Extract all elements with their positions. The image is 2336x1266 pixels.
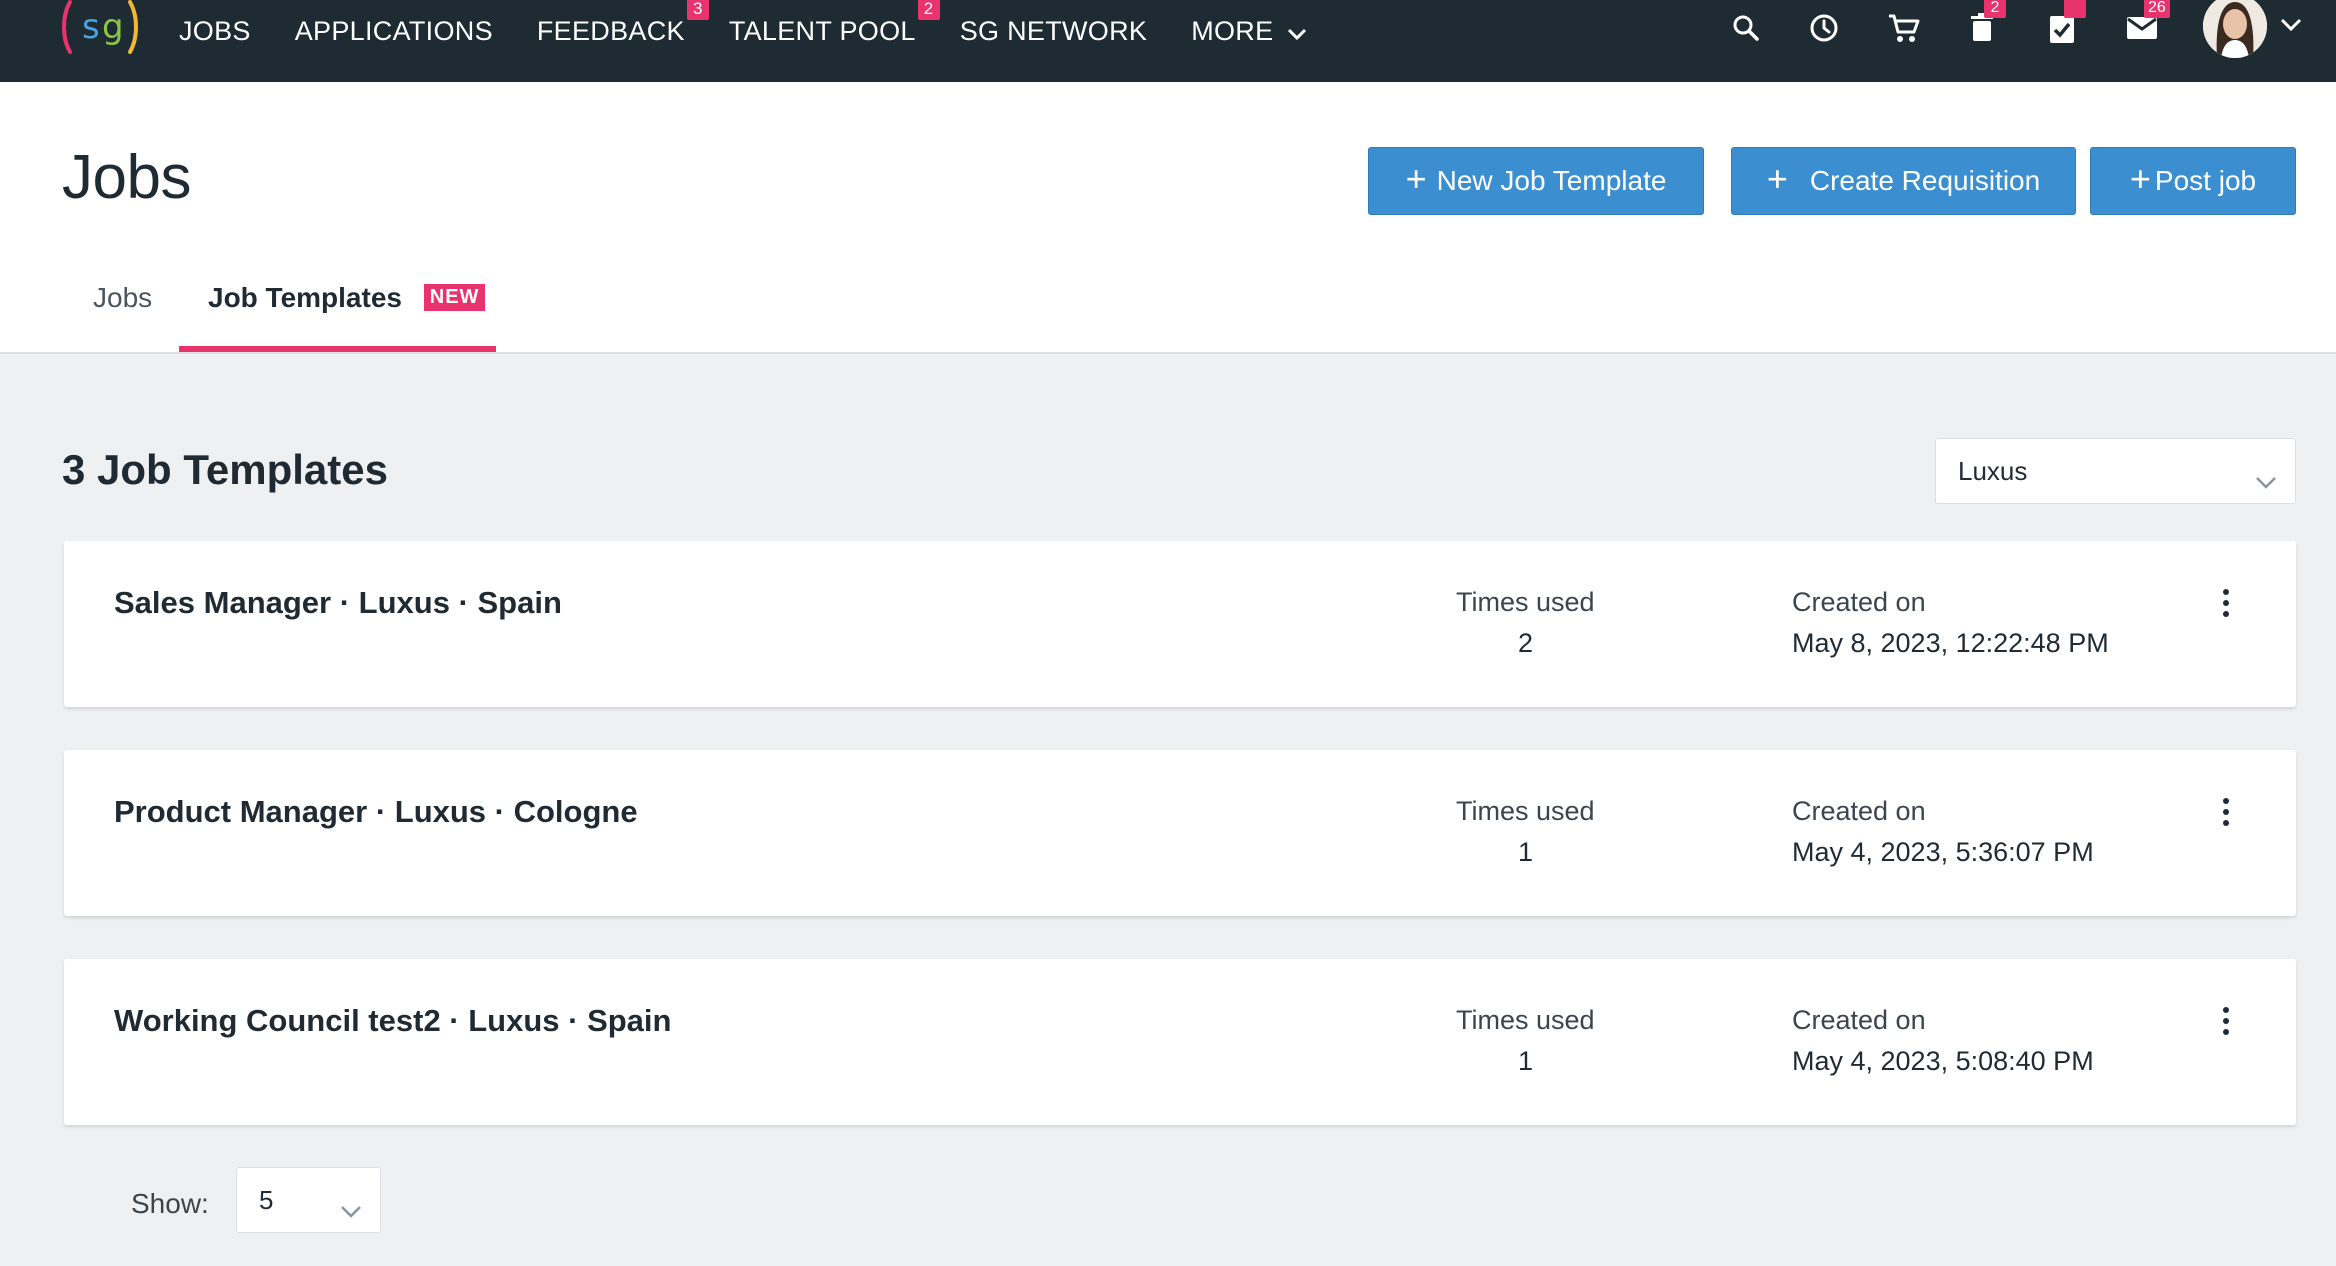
- create-requisition-label: Create Requisition: [1809, 165, 2041, 196]
- page-title: Jobs: [62, 143, 191, 212]
- mail-icon[interactable]: 26: [2122, 0, 2170, 48]
- nav-talent-pool-label: TALENT POOL: [728, 15, 916, 46]
- chevron-down-icon: [2255, 465, 2277, 496]
- times-used-label: Times used: [1456, 1005, 1595, 1035]
- svg-text:s: s: [82, 7, 100, 47]
- new-job-template-label: New Job Template: [1436, 165, 1667, 196]
- chevron-down-icon: [1287, 16, 1307, 47]
- created-on-label: Created on: [1792, 796, 1926, 826]
- nav-more-label: MORE: [1191, 15, 1274, 46]
- cart-icon[interactable]: [1884, 8, 1924, 48]
- post-job-button[interactable]: + Post job: [2090, 147, 2296, 215]
- nav-feedback[interactable]: FEEDBACK 3: [536, 0, 709, 47]
- top-navbar: s g JOBS APPLICATIONS FEEDBACK 3 TALENT …: [0, 0, 2336, 82]
- plus-icon: +: [1405, 158, 1427, 199]
- nav-applications[interactable]: APPLICATIONS: [295, 16, 493, 47]
- template-card[interactable]: Sales Manager · Luxus · Spain Times used…: [64, 541, 2296, 707]
- template-card[interactable]: Product Manager · Luxus · Cologne Times …: [64, 750, 2296, 916]
- page-header: Jobs + New Job Template + Create Requisi…: [0, 82, 2336, 354]
- created-on-value: May 4, 2023, 5:08:40 PM: [1792, 1046, 2094, 1076]
- times-used-label: Times used: [1456, 587, 1595, 617]
- template-title[interactable]: Working Council test2 · Luxus · Spain: [114, 1003, 671, 1039]
- template-title[interactable]: Sales Manager · Luxus · Spain: [114, 585, 562, 621]
- nav-sg-network[interactable]: SG NETWORK: [960, 16, 1148, 47]
- create-requisition-button[interactable]: + Create Requisition: [1731, 147, 2076, 215]
- talent-pool-count-badge: 2: [917, 0, 940, 20]
- template-title[interactable]: Product Manager · Luxus · Cologne: [114, 794, 638, 830]
- tasks-badge: [2064, 0, 2086, 18]
- created-on-value: May 8, 2023, 12:22:48 PM: [1792, 628, 2109, 658]
- trash-icon[interactable]: 2: [1962, 0, 2006, 48]
- more-options-icon[interactable]: [2216, 585, 2236, 621]
- page-size-select[interactable]: 5: [236, 1167, 381, 1233]
- templates-count-title: 3 Job Templates: [62, 446, 388, 493]
- times-used-label: Times used: [1456, 796, 1595, 826]
- nav-sg-network-label: SG NETWORK: [959, 15, 1148, 46]
- account-menu-chevron-icon[interactable]: [2280, 18, 2302, 37]
- svg-text:g: g: [102, 7, 124, 47]
- avatar[interactable]: [2203, 0, 2267, 58]
- tab-jobs[interactable]: Jobs: [93, 282, 152, 314]
- plus-icon: +: [2129, 158, 2151, 199]
- created-on-label: Created on: [1792, 587, 1926, 617]
- search-icon[interactable]: [1726, 8, 1766, 48]
- times-used-value: 2: [1518, 628, 1534, 658]
- nav-more[interactable]: MORE: [1191, 16, 1307, 47]
- mail-count-badge: 26: [2144, 0, 2170, 18]
- post-job-label: Post job: [2154, 165, 2257, 196]
- trash-count-badge: 2: [1984, 0, 2006, 18]
- active-tab-indicator: [179, 346, 496, 352]
- page-size-value: 5: [259, 1184, 274, 1215]
- tab-job-templates-label: Job Templates: [208, 282, 402, 313]
- feedback-count-badge: 3: [686, 0, 709, 20]
- nav-jobs[interactable]: JOBS: [179, 16, 251, 47]
- nav-talent-pool[interactable]: TALENT POOL 2: [728, 0, 940, 47]
- clipboard-check-icon[interactable]: [2042, 0, 2086, 48]
- company-filter-select[interactable]: Luxus: [1935, 438, 2296, 504]
- tab-job-templates[interactable]: Job Templates NEW: [208, 282, 486, 315]
- nav-applications-label: APPLICATIONS: [294, 15, 493, 46]
- company-filter-value: Luxus: [1958, 455, 2028, 486]
- template-card[interactable]: Working Council test2 · Luxus · Spain Ti…: [64, 959, 2296, 1125]
- more-options-icon[interactable]: [2216, 794, 2236, 830]
- page-size-label: Show:: [131, 1188, 209, 1219]
- times-used-value: 1: [1518, 837, 1534, 867]
- times-used-value: 1: [1518, 1046, 1534, 1076]
- clock-icon[interactable]: [1804, 8, 1844, 48]
- nav-feedback-label: FEEDBACK: [536, 15, 685, 46]
- chevron-down-icon: [340, 1194, 362, 1225]
- created-on-label: Created on: [1792, 1005, 1926, 1035]
- new-job-template-button[interactable]: + New Job Template: [1368, 147, 1704, 215]
- new-badge: NEW: [423, 284, 486, 311]
- plus-icon: +: [1766, 158, 1788, 199]
- created-on-value: May 4, 2023, 5:36:07 PM: [1792, 837, 2094, 867]
- tab-jobs-label: Jobs: [93, 282, 153, 313]
- more-options-icon[interactable]: [2216, 1003, 2236, 1039]
- nav-jobs-label: JOBS: [179, 15, 251, 46]
- logo-icon[interactable]: s g: [60, 0, 140, 60]
